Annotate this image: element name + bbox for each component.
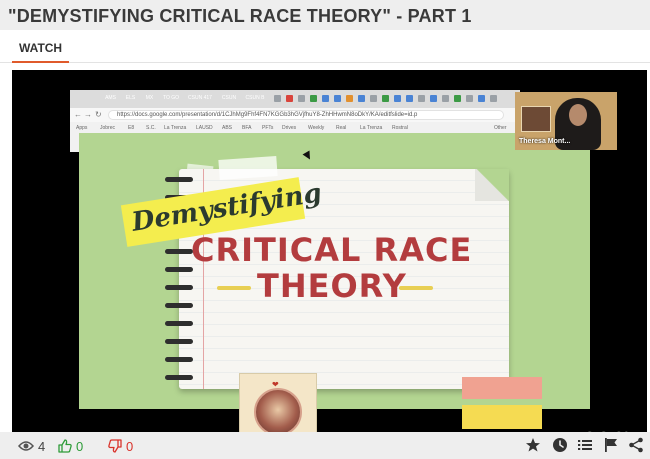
- tab-favicon: [358, 95, 365, 102]
- eye-icon: [18, 441, 34, 451]
- thumbs-up-icon: [58, 439, 72, 453]
- tab-favicon: [274, 95, 281, 102]
- title-dash-right: [399, 286, 433, 290]
- slide-title-line3: THEORY: [257, 267, 407, 305]
- tab-favicon: [334, 95, 341, 102]
- tab-favicon: [478, 95, 485, 102]
- reload-icon: ↻: [95, 110, 102, 119]
- bookmark-item: Rostral: [392, 125, 408, 131]
- tab-favicon: [382, 95, 389, 102]
- dislike-button[interactable]: 0: [108, 437, 133, 455]
- star-icon[interactable]: [525, 437, 541, 453]
- browser-tabstrip: AMS ELS MX TO GO CSUN 417 CSUN CSUN B: [70, 90, 520, 108]
- thumbs-down-icon: [108, 439, 122, 453]
- video-page: "DEMYSTIFYING CRITICAL RACE THEORY" - PA…: [0, 0, 650, 459]
- tab-favicon: [454, 95, 461, 102]
- tab-favicon: [298, 95, 305, 102]
- back-arrow-icon: ←: [74, 110, 82, 119]
- forward-arrow-icon: →: [84, 110, 92, 119]
- bookmark-item: Jobrec: [100, 125, 116, 131]
- bookmark-item: E8: [128, 125, 135, 131]
- notebook-ring: [165, 177, 193, 182]
- bookmark-item: Drives: [282, 125, 297, 131]
- title-dash-left: [217, 286, 251, 290]
- participant-name: Theresa Mont...: [519, 138, 571, 145]
- list-icon[interactable]: [577, 437, 593, 453]
- notebook-ring: [165, 285, 193, 290]
- flag-icon[interactable]: [603, 437, 619, 453]
- browser-tab-chip: CSUN 417: [188, 95, 212, 101]
- tab-favicon: [442, 95, 449, 102]
- address-url: https://docs.google.com/presentation/d/1…: [117, 112, 418, 118]
- browser-tab-chip: MX: [145, 95, 154, 101]
- notebook-ring: [165, 249, 193, 254]
- share-icon[interactable]: [628, 437, 644, 453]
- tab-favicon: [310, 95, 317, 102]
- tab-watch[interactable]: WATCH: [12, 30, 70, 63]
- browser-tab-chip: CSUN: [221, 95, 237, 101]
- bookmark-item: ABS: [222, 125, 233, 131]
- slide-title-line2: CRITICAL RACE: [191, 231, 473, 269]
- notebook-ring: [165, 339, 193, 344]
- dislikes-count: 0: [126, 438, 134, 454]
- webcam-background-photo: [521, 106, 551, 132]
- sticky-note-yellow: [462, 405, 542, 429]
- webcam-thumbnail: Theresa Mont...: [515, 92, 617, 150]
- tab-favicon: [346, 95, 353, 102]
- browser-tab-chip: ELS: [125, 95, 136, 101]
- like-button[interactable]: 0: [58, 437, 83, 455]
- tab-favicon: [430, 95, 437, 102]
- page-curl-decoration: [475, 169, 509, 201]
- bookmark-item: Weekly: [308, 125, 325, 131]
- bookmark-item: Apps: [76, 125, 88, 131]
- bookmark-item: La Trenza: [164, 125, 187, 131]
- tab-favicon: [466, 95, 473, 102]
- bookmark-item: BFA: [242, 125, 252, 131]
- notebook-ring: [165, 357, 193, 362]
- bookmark-item: S.C.: [146, 125, 156, 131]
- video-title: "DEMYSTIFYING CRITICAL RACE THEORY" - PA…: [8, 6, 472, 26]
- notebook-ring: [165, 321, 193, 326]
- notebook-ring: [165, 303, 193, 308]
- likes-count: 0: [76, 438, 84, 454]
- bookmark-item: La Trenza: [360, 125, 383, 131]
- notebook-ring: [165, 267, 193, 272]
- bookmark-item: PFTs: [262, 125, 274, 131]
- presentation-slide: Demystifying CRITICAL RACE THEORY ❤ zoom: [79, 133, 632, 432]
- browser-tab-chip: AMS: [105, 95, 116, 101]
- photo-circle: [254, 388, 302, 432]
- address-bar: https://docs.google.com/presentation/d/1…: [108, 110, 504, 120]
- views-count: 4: [38, 438, 46, 454]
- webcam-face: [569, 104, 587, 126]
- tab-favicon: [490, 95, 497, 102]
- tab-favicon: [370, 95, 377, 102]
- tape-decoration: [218, 156, 278, 180]
- tab-favicon: [406, 95, 413, 102]
- tab-favicon: [394, 95, 401, 102]
- browser-address-row: ← → ↻ https://docs.google.com/presentati…: [70, 108, 520, 122]
- sticky-note-pink: [462, 377, 542, 399]
- group-logo-photo: ❤: [239, 373, 317, 432]
- bookmark-item: LAUSD: [196, 125, 213, 131]
- browser-tab-chip: CSUN B: [245, 95, 265, 101]
- notebook-ring: [165, 375, 193, 380]
- video-action-bar: 4 0 0: [0, 432, 650, 459]
- tab-favicon: [286, 95, 293, 102]
- browser-tab-chip: TO GO: [162, 95, 180, 101]
- title-bar: "DEMYSTIFYING CRITICAL RACE THEORY" - PA…: [0, 0, 650, 30]
- tab-favicon: [418, 95, 425, 102]
- views-stat: 4: [18, 437, 45, 455]
- bookmark-item: Real: [336, 125, 347, 131]
- zoom-logo: zoom: [571, 425, 633, 432]
- tab-row: WATCH: [0, 30, 650, 63]
- tab-favicon: [322, 95, 329, 102]
- bookmark-item: Other: [494, 125, 507, 131]
- clock-icon[interactable]: [552, 437, 568, 453]
- video-player[interactable]: AMS ELS MX TO GO CSUN 417 CSUN CSUN B ← …: [12, 70, 647, 432]
